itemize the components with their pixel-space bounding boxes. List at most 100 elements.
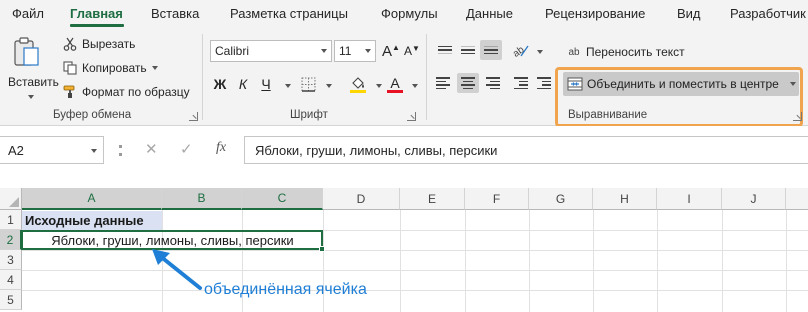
ribbon-tab-bar: Файл Главная Вставка Разметка страницы Ф… [0,0,808,28]
borders-button[interactable] [297,73,319,95]
alignment-launcher-icon[interactable] [793,112,802,121]
font-group-label: Шрифт [290,109,328,121]
column-header[interactable]: D [323,188,400,210]
cancel-icon[interactable]: ✕ [145,140,158,158]
tab-home[interactable]: Главная [70,6,123,21]
borders-dropdown-icon[interactable] [326,84,332,88]
group-divider [426,34,427,120]
column-header[interactable]: H [593,188,657,210]
clipboard-group-label: Буфер обмена [53,109,132,121]
row-header[interactable]: 1 [0,210,22,230]
cut-button[interactable]: Вырезать [62,34,135,54]
column-header[interactable] [786,188,808,210]
italic-button[interactable]: К [233,73,253,95]
paste-button[interactable]: Вставить [4,34,59,106]
decrease-indent-icon[interactable] [510,73,532,93]
increase-indent-icon[interactable] [533,73,555,93]
format-painter-icon [62,84,78,100]
fill-handle[interactable] [319,246,325,252]
select-all-button[interactable] [0,188,22,210]
gridline [657,210,658,312]
enter-icon[interactable]: ✓ [180,140,193,158]
formula-bar-grip[interactable] [119,145,122,156]
shrink-font-icon: A [404,44,413,58]
grow-font-icon: A [382,42,393,60]
gridline [400,210,401,312]
italic-label: К [238,76,248,92]
gridline [786,210,787,312]
underline-dropdown-icon[interactable] [285,84,291,88]
orientation-dropdown-icon[interactable] [537,50,543,54]
align-right-icon[interactable] [480,73,502,93]
row-header[interactable]: 2 [0,230,22,250]
tab-file[interactable]: Файл [12,6,44,21]
copy-button[interactable]: Копировать [62,58,158,78]
scissors-icon [62,36,78,52]
tab-formulas[interactable]: Формулы [381,6,438,21]
shrink-font-button[interactable]: A ▼ [402,40,422,62]
font-launcher-icon[interactable] [407,112,416,121]
wrap-text-icon: ab [568,46,580,58]
fill-color-button[interactable] [347,73,369,95]
font-name-value: Calibri [215,44,250,58]
bold-button[interactable]: Ж [210,73,230,95]
gridline [22,250,808,251]
formula-input[interactable]: Яблоки, груши, лимоны, сливы, персики [244,136,808,164]
font-name-select[interactable]: Calibri [210,40,332,62]
column-header[interactable]: B [162,188,242,210]
column-header[interactable]: G [529,188,593,210]
font-color-icon: A [390,74,400,91]
row-header[interactable]: 5 [0,290,22,310]
font-size-dropdown-icon [365,49,371,53]
clipboard-launcher-icon[interactable] [189,112,198,121]
tab-developer[interactable]: Разработчик [730,6,806,21]
format-painter-button[interactable]: Формат по образцу [62,82,190,102]
align-left-icon[interactable] [434,73,456,93]
column-header[interactable]: J [722,188,786,210]
alignment-group-label: Выравнивание [568,109,648,121]
ribbon: Вставить Вырезать Копировать Формат по о… [0,28,808,127]
paste-icon [14,37,39,66]
name-box[interactable]: A2 [0,136,104,164]
tab-review[interactable]: Рецензирование [545,6,645,21]
gridline [465,210,466,312]
gridline [22,270,808,271]
tab-view[interactable]: Вид [677,6,701,21]
underline-label: Ч [261,76,271,92]
borders-icon [301,77,315,92]
tab-page-layout[interactable]: Разметка страницы [230,6,348,21]
insert-function-icon[interactable]: fx [216,140,226,156]
column-header[interactable]: C [242,188,323,210]
font-size-select[interactable]: 11 [334,40,376,62]
underline-button[interactable]: Ч [256,73,276,95]
column-header[interactable]: I [657,188,722,210]
column-header[interactable]: F [465,188,529,210]
align-middle-icon[interactable] [457,40,479,60]
font-color-button[interactable]: A [385,73,405,95]
align-center-icon[interactable] [457,73,479,93]
font-name-dropdown-icon [321,49,327,53]
align-bottom-icon[interactable] [480,40,502,60]
tab-data[interactable]: Данные [466,6,513,21]
paste-label: Вставить [8,75,59,89]
row-header[interactable]: 4 [0,270,22,290]
tab-insert[interactable]: Вставка [151,6,199,21]
orientation-icon[interactable]: ab [510,40,532,60]
annotation-arrow [152,249,202,290]
wrap-text-button[interactable]: ab Переносить текст [566,42,684,62]
cut-label: Вырезать [82,37,136,51]
font-color-dropdown-icon[interactable] [412,84,418,88]
gridline [529,210,530,312]
fill-color-dropdown-icon[interactable] [376,84,382,88]
gridline [593,210,594,312]
paste-dropdown-icon[interactable] [28,95,34,99]
column-header[interactable]: A [22,188,162,210]
copy-dropdown-icon[interactable] [151,66,158,70]
name-box-dropdown-icon[interactable] [91,149,97,153]
fill-color-icon [350,77,366,93]
grow-font-button[interactable]: A ▲ [381,40,401,62]
column-header[interactable]: E [400,188,465,210]
align-top-icon[interactable] [434,40,456,60]
cell-a1[interactable]: Исходные данные [25,213,144,228]
row-header[interactable]: 3 [0,250,22,270]
